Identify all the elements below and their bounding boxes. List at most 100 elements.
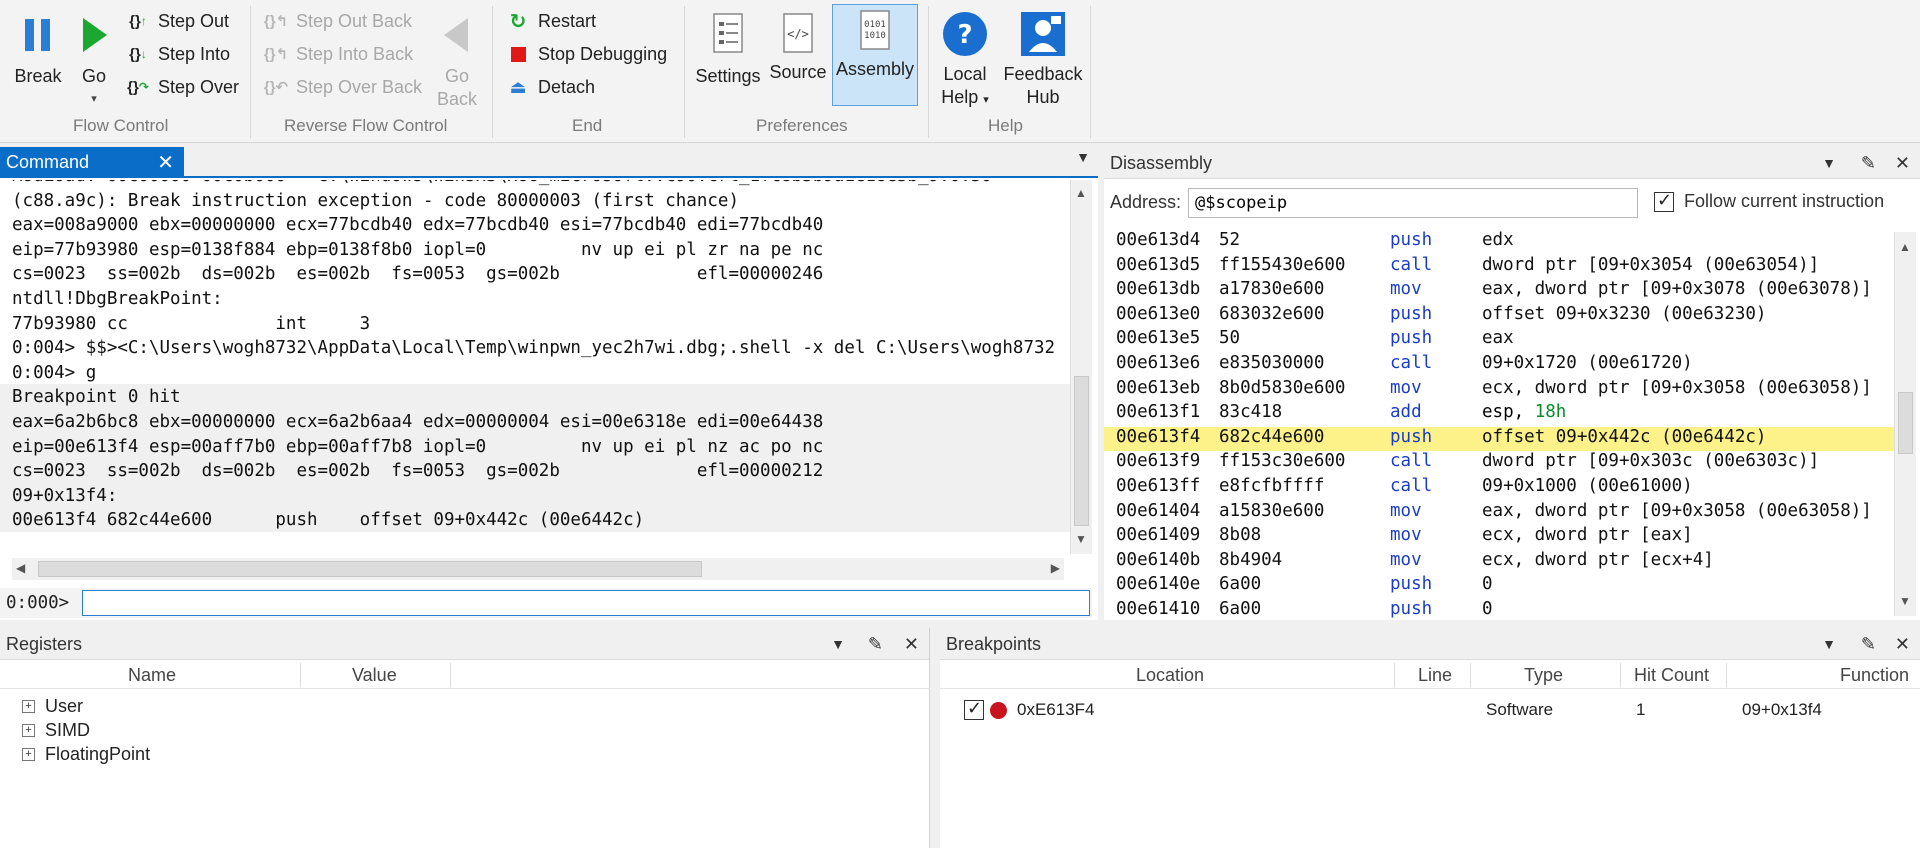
close-icon[interactable]: ✕ [1895,634,1910,655]
disassembly-row[interactable]: 00e613f1 83c418 add esp, 18h [1104,402,1894,427]
table-row[interactable]: ✓ 0xE613F4 Software 1 09+0x13f4 [940,694,1920,724]
pin-icon[interactable]: ✎ [1861,153,1876,174]
pin-icon[interactable]: ✎ [868,634,883,655]
scroll-up-arrow-icon[interactable]: ▲ [1075,186,1087,200]
follow-current-instruction-checkbox[interactable]: ✓ [1654,190,1674,212]
disassembly-row[interactable]: 00e61409 8b08 mov ecx, dword ptr [eax] [1104,525,1894,550]
disassembly-addr: 00e613e6 [1116,353,1201,373]
follow-current-instruction-label: Follow current instruction [1684,191,1885,211]
group-label-help: Help [988,116,1023,135]
register-group-user[interactable]: + User [22,696,83,717]
disassembly-arg: 09+0x1720 (00e61720) [1482,353,1693,373]
command-vertical-scrollbar[interactable]: ▲ ▼ [1070,180,1092,554]
register-group-simd[interactable]: + SIMD [22,720,90,741]
column-header-value[interactable]: Value [352,665,397,686]
expand-icon[interactable]: + [22,724,35,737]
step-into-back-button[interactable]: {}↰ Step Into Back [262,39,413,69]
close-icon[interactable]: ✕ [904,634,919,655]
close-icon[interactable]: ✕ [1895,153,1910,174]
disassembly-row[interactable]: 00e613e5 50 push eax [1104,328,1894,353]
column-header-type[interactable]: Type [1524,665,1563,686]
disassembly-addr: 00e613db [1116,279,1201,300]
scroll-thumb[interactable] [38,561,702,577]
window-options-dropdown-icon[interactable]: ▼ [1822,636,1836,652]
scroll-left-arrow-icon[interactable]: ◀ [16,561,25,575]
expand-icon[interactable]: + [22,748,35,761]
group-divider [684,6,685,138]
disassembly-row[interactable]: 00e613e0 683032e600 push offset 09+0x3230 (… [1104,304,1894,329]
window-options-dropdown-icon[interactable]: ▼ [831,636,845,652]
disassembly-arg: dword ptr [09+0x303c (00e6303c)] [1482,451,1820,472]
breakpoint-enabled-checkbox[interactable]: ✓ [964,698,984,720]
column-header-name[interactable]: Name [128,665,176,686]
scroll-thumb[interactable] [1074,376,1089,526]
feedback-hub-button[interactable]: Feedback Hub [1000,4,1086,116]
disassembly-row[interactable]: 00e613eb 8b0d5830e600 mov ecx, dword ptr [0… [1104,378,1894,403]
disassembly-row[interactable]: 00e6140b 8b4904 mov ecx, dword ptr [ecx+4] [1104,550,1894,575]
disassembly-arg: eax [1482,328,1514,349]
register-group-floatingpoint[interactable]: + FloatingPoint [22,744,150,765]
tab-overflow-dropdown-icon[interactable]: ▼ [1076,149,1090,165]
go-dropdown-arrow-icon[interactable]: ▾ [72,88,116,110]
group-divider [492,6,493,138]
registers-window: Registers ▼ ✎ ✕ Name Value + User + SIMD +… [0,628,930,848]
step-out-back-button[interactable]: {}↰ Step Out Back [262,6,412,36]
disassembly-row[interactable]: 00e613ff e8fcfbffff call 09+0x1000 (00e6100… [1104,476,1894,501]
disassembly-arg: 09+0x1000 (00e61000) [1482,476,1693,496]
expand-icon[interactable]: + [22,700,35,713]
feedback-hub-label-line1: Feedback [1003,64,1083,84]
window-options-dropdown-icon[interactable]: ▼ [1822,155,1836,171]
column-header-line[interactable]: Line [1418,665,1452,686]
disassembly-row-current[interactable]: 00e613f4 682c44e600 push offset 09+0x442c (… [1104,426,1894,452]
step-into-button[interactable]: {} ↓ Step Into [124,39,230,69]
scroll-up-arrow-icon[interactable]: ▲ [1899,240,1911,254]
column-header-hit-count[interactable]: Hit Count [1634,665,1709,686]
step-over-button[interactable]: {} ↷ Step Over [124,72,239,102]
tab-command[interactable]: Command ✕ [0,147,184,178]
column-header-function[interactable]: Function [1840,665,1909,686]
step-out-back-label: Step Out Back [296,10,413,31]
go-button[interactable]: Go ▾ [72,6,116,116]
step-into-icon: {} ↓ [129,45,147,63]
command-input[interactable] [82,590,1090,616]
disassembly-row[interactable]: 00e613db a17830e600 mov eax, dword ptr [09+… [1104,279,1894,304]
disassembly-row[interactable]: 00e61410 6a00 push 0 [1104,599,1894,620]
scroll-thumb[interactable] [1898,392,1913,454]
command-horizontal-scrollbar[interactable]: ◀ ▶ [12,558,1064,580]
step-out-back-icon: {}↰ [263,13,289,30]
address-input[interactable] [1188,188,1638,218]
disassembly-vertical-scrollbar[interactable]: ▲ ▼ [1894,232,1916,616]
disassembly-row[interactable]: 00e6140e 6a00 push 0 [1104,574,1894,599]
disassembly-arg: esp, 18h [1482,402,1566,422]
step-over-back-button[interactable]: {}↶ Step Over Back [262,72,422,102]
stop-debugging-button[interactable]: Stop Debugging [504,39,667,69]
step-out-button[interactable]: {} ↑ Step Out [124,6,229,36]
column-header-location[interactable]: Location [1136,665,1204,686]
pin-icon[interactable]: ✎ [1861,634,1876,655]
scroll-right-arrow-icon[interactable]: ▶ [1051,561,1060,575]
scroll-down-arrow-icon[interactable]: ▼ [1075,532,1087,546]
register-group-label: FloatingPoint [45,744,151,764]
local-help-label-line1: Local [943,64,987,84]
group-label-reverse-flow-control: Reverse Flow Control [284,116,448,135]
source-button[interactable]: </> Source [766,4,830,116]
assembly-button[interactable]: 0101 1010 Assembly [832,4,918,106]
disassembly-row[interactable]: 00e613d5 ff155430e600 call dword ptr [09+0x… [1104,255,1894,280]
disassembly-row[interactable]: 00e613d4 52 push edx [1104,230,1894,255]
break-button[interactable]: Break [8,6,68,116]
go-back-button[interactable]: Go Back [432,6,482,116]
detach-button[interactable]: ⏏ Detach [504,72,595,102]
disassembly-bytes: 50 [1219,328,1241,349]
group-divider [250,6,251,138]
disassembly-row[interactable]: 00e61404 a15830e600 mov eax, dword ptr [09+… [1104,501,1894,526]
disassembly-row[interactable]: 00e613f9 ff153c30e600 call dword ptr [09+0x… [1104,451,1894,476]
disassembly-op: push [1390,230,1433,250]
disassembly-row[interactable]: 00e613e6 e835030000 call 09+0x1720 (00e6172… [1104,353,1894,378]
restart-button[interactable]: ↻ Restart [504,6,596,36]
command-output-line: 77b93980 cc int 3 [12,313,371,334]
scroll-down-arrow-icon[interactable]: ▼ [1899,594,1911,608]
step-out-icon: {} ↑ [129,12,147,30]
local-help-button[interactable]: ? Local Help ▾ [934,4,996,116]
close-icon[interactable]: ✕ [157,150,174,175]
settings-button[interactable]: Settings [692,4,764,116]
